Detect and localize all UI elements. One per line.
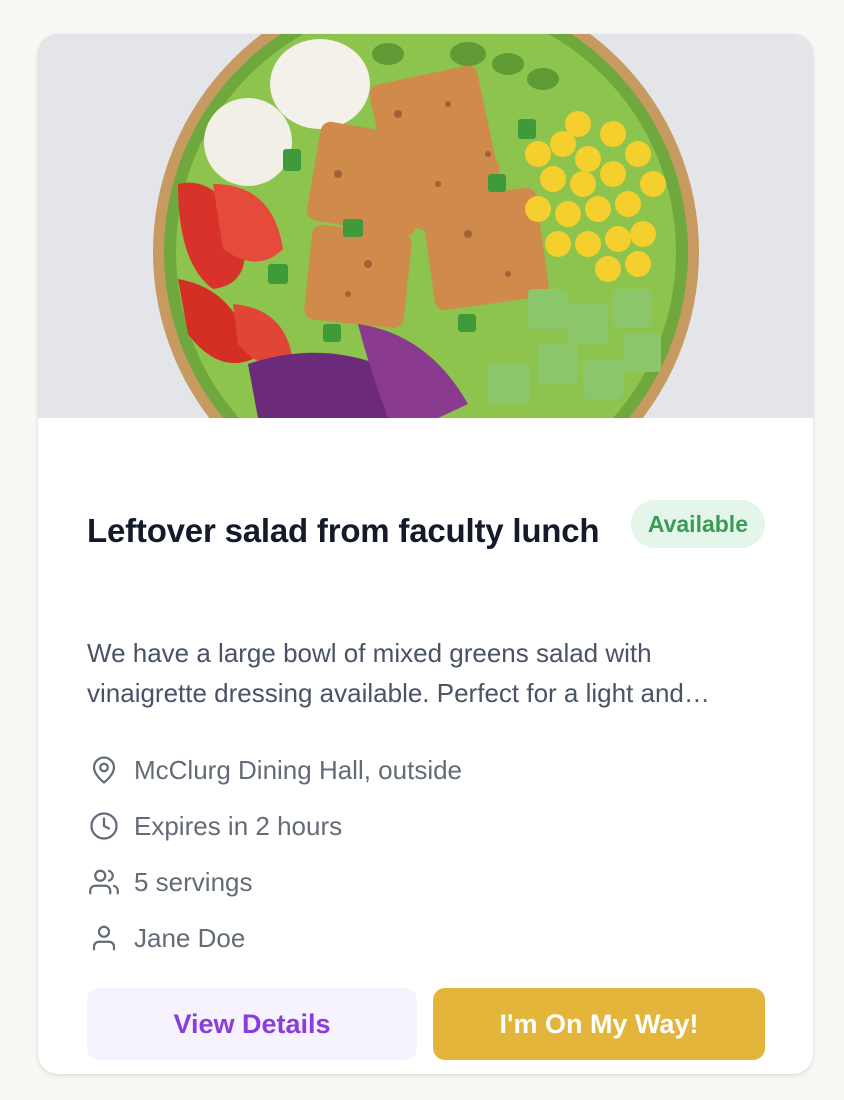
servings-text: 5 servings [134,866,253,897]
food-image [38,34,813,418]
view-details-button[interactable]: View Details [87,988,417,1060]
food-listing-card: Leftover salad from faculty lunch Availa… [38,34,813,1074]
on-my-way-button[interactable]: I'm On My Way! [433,988,765,1060]
card-actions: View Details I'm On My Way! [87,988,765,1060]
listing-details: McClurg Dining Hall, outside Expires in … [87,742,765,966]
location-row: McClurg Dining Hall, outside [87,742,765,798]
status-badge: Available [630,500,765,548]
user-icon [87,921,121,955]
listing-title: Leftover salad from faculty lunch [87,512,600,549]
poster-name: Jane Doe [134,922,246,953]
location-pin-icon [87,753,121,787]
clock-icon [87,809,121,843]
expiry-row: Expires in 2 hours [87,798,765,854]
location-text: McClurg Dining Hall, outside [134,754,463,785]
expiry-text: Expires in 2 hours [134,810,343,841]
users-icon [87,865,121,899]
servings-row: 5 servings [87,854,765,910]
poster-row: Jane Doe [87,910,765,966]
listing-description: We have a large bowl of mixed greens sal… [87,638,684,708]
